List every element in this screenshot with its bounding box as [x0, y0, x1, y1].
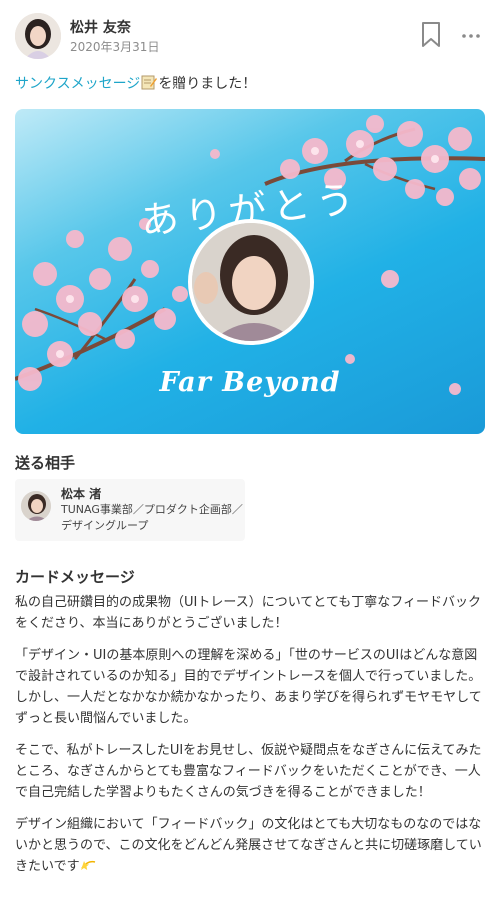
dizzy-star-emoji-icon	[80, 858, 96, 872]
memo-emoji-icon	[141, 74, 158, 90]
card-message: 私の自己研鑽目的の成果物（UIトレース）についてとても丁寧なフィードバックをくだ…	[15, 592, 485, 888]
recipient-section-label: 送る相手	[15, 454, 76, 472]
bookmark-icon[interactable]	[420, 21, 442, 49]
message-paragraph: 私の自己研鑽目的の成果物（UIトレース）についてとても丁寧なフィードバックをくだ…	[15, 595, 482, 631]
author-name[interactable]: 松井 友奈	[70, 17, 131, 37]
message-section-label: カードメッセージ	[15, 568, 135, 586]
message-paragraph: 「デザイン・UIの基本原則への理解を深める」「世のサービスのUIはどんな意図で設…	[15, 648, 482, 726]
recipient-avatar	[21, 491, 51, 521]
sent-suffix: を贈りました！	[158, 76, 257, 92]
message-paragraph-last: デザイン組織において「フィードバック」の文化はとても大切なものなのではないかと思…	[15, 814, 485, 877]
card-signature: Far Beyond	[159, 367, 341, 398]
author-avatar[interactable]	[15, 13, 61, 59]
more-options-icon[interactable]	[460, 27, 482, 43]
recipient-photo	[188, 219, 314, 345]
post-date: 2020年3月31日	[70, 40, 160, 54]
recipient-department: TUNAG事業部／プロダクト企画部／デザイングループ	[61, 503, 243, 532]
sent-summary: サンクスメッセージ を贈りました！	[15, 73, 256, 93]
thanks-card[interactable]: ありがとう Far Beyond	[15, 109, 485, 434]
recipient-name: 松本 渚	[61, 487, 102, 501]
thanks-message-link[interactable]: サンクスメッセージ	[15, 76, 140, 92]
post-header: 松井 友奈 2020年3月31日	[15, 13, 485, 61]
recipient-card[interactable]: 松本 渚 TUNAG事業部／プロダクト企画部／デザイングループ	[15, 479, 245, 541]
message-paragraph: そこで、私がトレースしたUIをお見せし、仮説や疑問点をなぎさんに伝えてみたところ…	[15, 743, 482, 800]
